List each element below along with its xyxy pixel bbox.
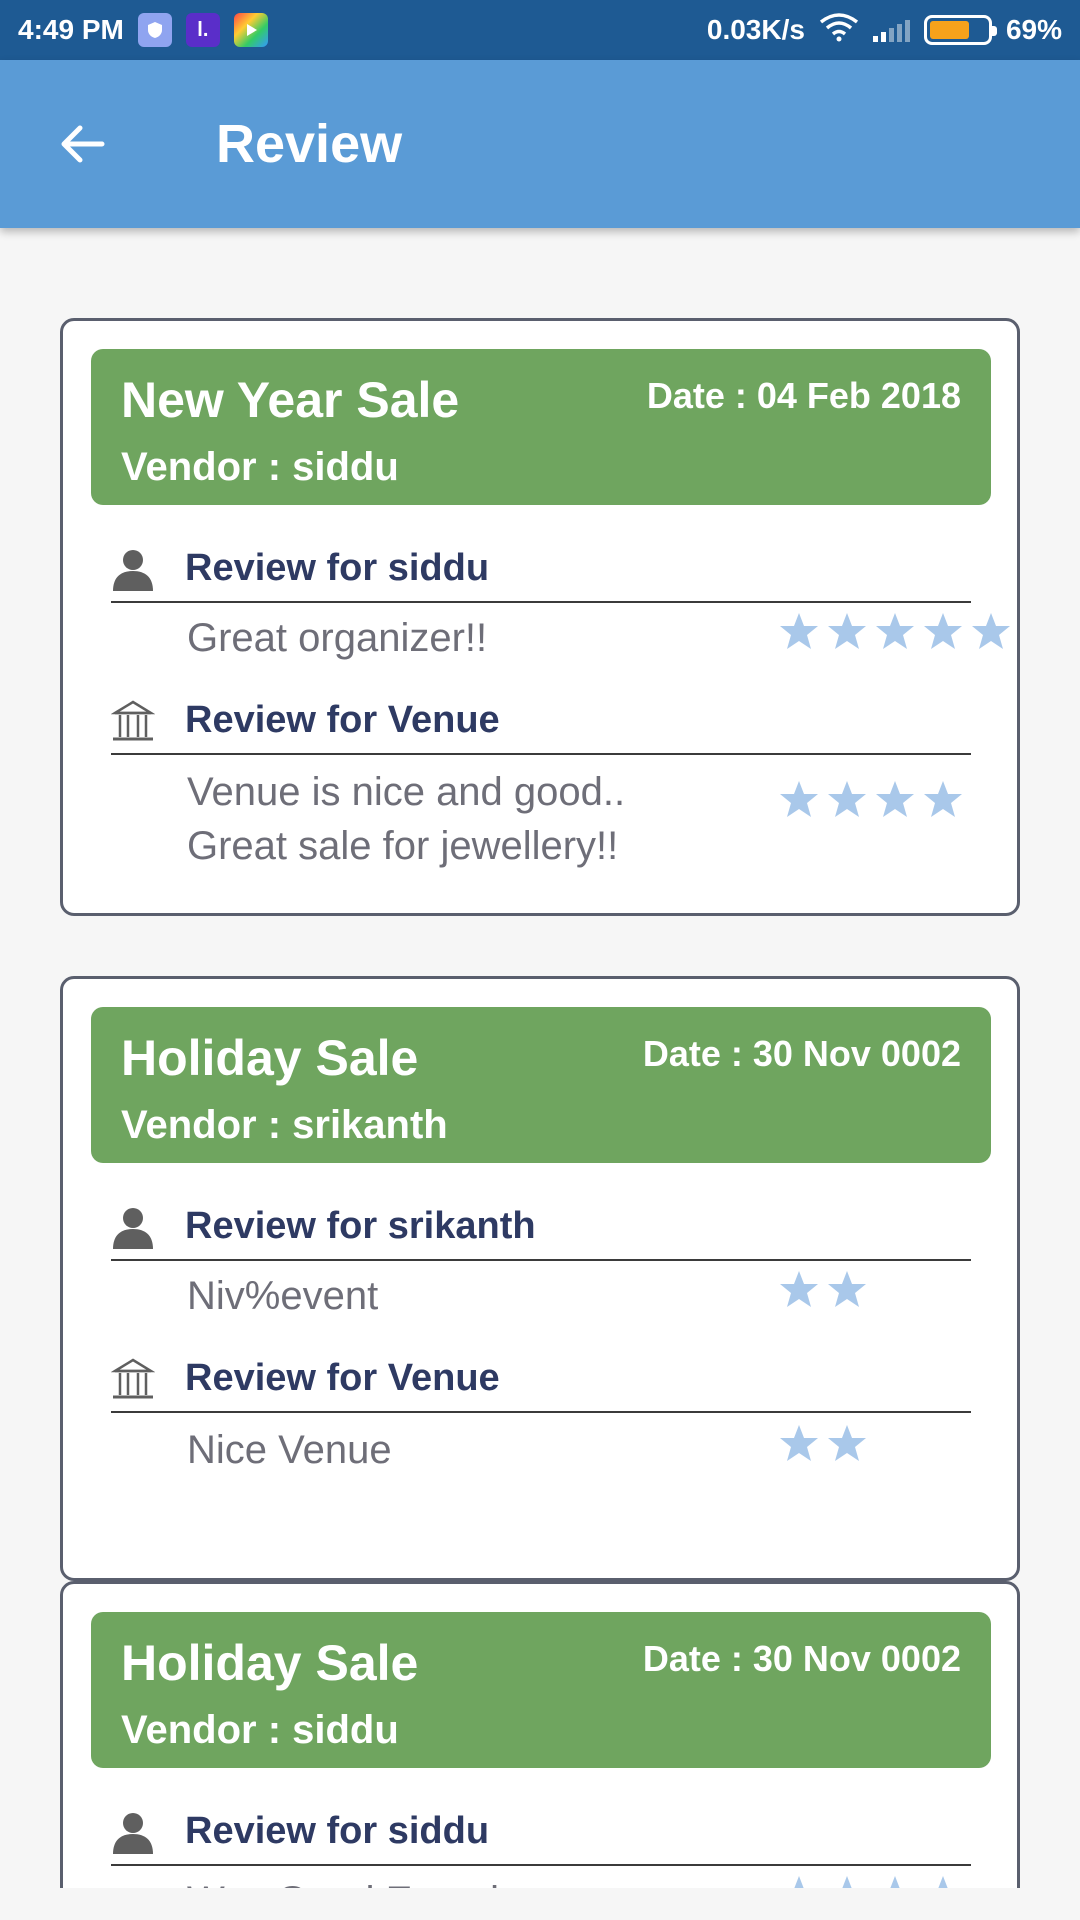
vendor-review-text: Great organizer!! bbox=[187, 616, 488, 660]
status-bar: 4:49 PM l. 0.03K/s 69% bbox=[0, 0, 1080, 60]
event-date: Date : 04 Feb 2018 bbox=[646, 375, 961, 416]
building-icon bbox=[110, 699, 156, 743]
event-title: New Year Sale bbox=[121, 372, 460, 428]
event-title: Holiday Sale bbox=[121, 1635, 419, 1691]
venue-rating bbox=[779, 779, 963, 819]
battery-icon bbox=[923, 15, 997, 45]
star-icon bbox=[972, 613, 1010, 649]
venue-review-header: Review for Venue bbox=[110, 1341, 971, 1413]
back-button[interactable] bbox=[52, 114, 112, 174]
vendor-review-header: Review for srikanth bbox=[111, 1189, 971, 1261]
arrow-left-icon bbox=[61, 125, 105, 163]
star-icon bbox=[780, 1271, 818, 1307]
star-icon bbox=[828, 781, 866, 817]
battery-percent: 69% bbox=[1005, 14, 1062, 45]
battery-fill bbox=[929, 21, 969, 39]
star-icon bbox=[890, 1876, 900, 1888]
star-icon bbox=[828, 613, 866, 649]
vendor-review-text: Was Good Experience bbox=[187, 1874, 707, 1888]
status-time: 4:49 PM bbox=[18, 14, 124, 45]
vendor-name: Vendor : srikanth bbox=[121, 1103, 448, 1147]
review-card[interactable]: New Year Sale Vendor : siddu Date : 04 F… bbox=[60, 318, 1020, 916]
building-icon bbox=[110, 1357, 156, 1401]
card-header: Holiday Sale Vendor : srikanth Date : 30… bbox=[91, 1007, 991, 1163]
venue-review-label: Review for Venue bbox=[185, 699, 500, 741]
play-games-icon bbox=[233, 13, 268, 47]
star-icon bbox=[828, 1271, 866, 1307]
star-icon bbox=[780, 613, 818, 649]
vendor-name: Vendor : siddu bbox=[121, 445, 399, 489]
vendor-rating bbox=[779, 1874, 963, 1888]
event-date: Date : 30 Nov 0002 bbox=[642, 1033, 961, 1074]
page-title: Review bbox=[216, 114, 403, 174]
l-app-icon: l. bbox=[185, 13, 220, 47]
star-icon bbox=[842, 1876, 852, 1888]
venue-review-text: Venue is nice and good.. Great sale for … bbox=[187, 770, 626, 868]
star-icon bbox=[876, 781, 914, 817]
shield-app-icon bbox=[137, 13, 172, 47]
review-list[interactable]: New Year Sale Vendor : siddu Date : 04 F… bbox=[0, 228, 1080, 1888]
person-icon bbox=[111, 547, 155, 591]
star-icon bbox=[938, 1876, 948, 1888]
star-icon bbox=[828, 1425, 866, 1461]
star-icon bbox=[780, 1425, 818, 1461]
network-speed: 0.03K/s bbox=[706, 14, 805, 45]
person-icon bbox=[111, 1205, 155, 1249]
vendor-review-header: Review for siddu bbox=[111, 1794, 971, 1866]
event-date: Date : 30 Nov 0002 bbox=[642, 1638, 961, 1679]
event-title: Holiday Sale bbox=[121, 1030, 419, 1086]
card-header: New Year Sale Vendor : siddu Date : 04 F… bbox=[91, 349, 991, 505]
venue-rating bbox=[779, 1423, 867, 1463]
card-header: Holiday Sale Vendor : siddu Date : 30 No… bbox=[91, 1612, 991, 1768]
vendor-rating bbox=[779, 1269, 867, 1309]
vendor-review-label: Review for siddu bbox=[185, 1810, 490, 1852]
vendor-review-label: Review for srikanth bbox=[185, 1205, 536, 1247]
vendor-review-text: Niv%event bbox=[187, 1274, 379, 1318]
venue-review-text: Nice Venue bbox=[187, 1428, 392, 1472]
vendor-rating bbox=[779, 611, 1011, 651]
signal-icon bbox=[872, 18, 910, 42]
vendor-review-header: Review for siddu bbox=[111, 531, 971, 603]
star-icon bbox=[876, 613, 914, 649]
star-icon bbox=[794, 1876, 804, 1888]
review-card[interactable]: Holiday Sale Vendor : srikanth Date : 30… bbox=[60, 976, 1020, 1581]
review-card[interactable]: Holiday Sale Vendor : siddu Date : 30 No… bbox=[60, 1581, 1020, 1888]
vendor-name: Vendor : siddu bbox=[121, 1708, 399, 1752]
venue-review-header: Review for Venue bbox=[110, 683, 971, 755]
star-icon bbox=[924, 613, 962, 649]
star-icon bbox=[780, 781, 818, 817]
venue-review-label: Review for Venue bbox=[185, 1357, 500, 1399]
vendor-review-label: Review for siddu bbox=[185, 547, 490, 589]
wifi-icon bbox=[819, 12, 859, 49]
app-bar: Review bbox=[0, 60, 1080, 228]
star-icon bbox=[924, 781, 962, 817]
person-icon bbox=[111, 1810, 155, 1854]
